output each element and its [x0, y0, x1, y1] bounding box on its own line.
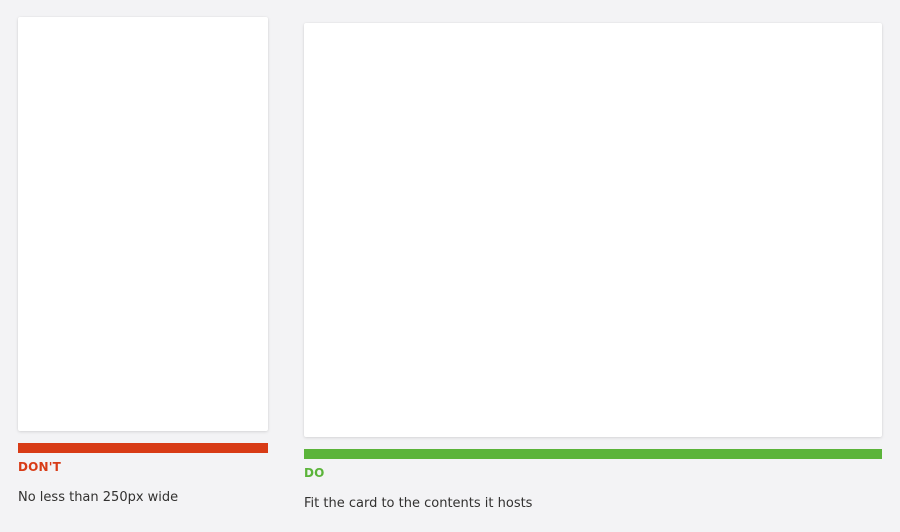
- do-caption: Fit the card to the contents it hosts: [304, 496, 533, 511]
- do-example-card: [304, 23, 882, 437]
- dont-indicator-bar: [18, 443, 268, 453]
- do-indicator-bar: [304, 449, 882, 459]
- do-label: DO: [304, 466, 325, 480]
- dont-example-card: [18, 17, 268, 431]
- dont-label: DON'T: [18, 460, 62, 474]
- dont-caption: No less than 250px wide: [18, 490, 179, 505]
- do-example: DO Fit the card to the contents it hosts: [304, 23, 882, 513]
- dont-example: DON'T No less than 250px wide: [18, 17, 268, 507]
